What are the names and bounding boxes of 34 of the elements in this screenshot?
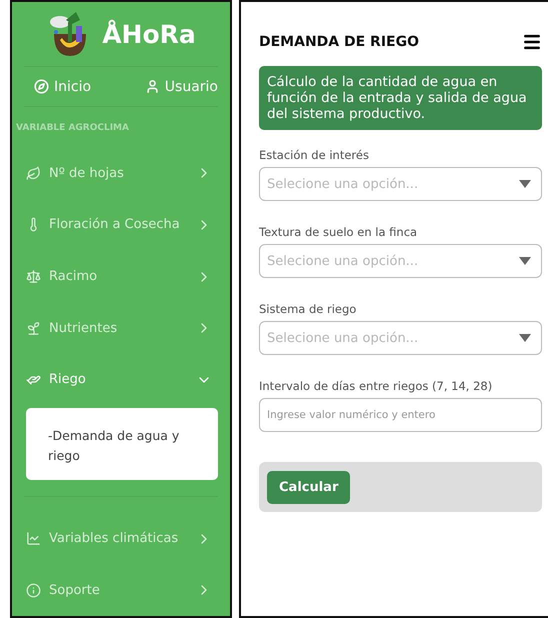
calculate-button[interactable]: Calcular	[267, 471, 350, 504]
item-icon	[26, 531, 41, 546]
compass-icon	[34, 79, 49, 94]
sidebar-item[interactable]: Soporte	[24, 564, 218, 616]
info-banner: Cálculo de la cantidad de agua en función de la entrada y salida de agua del sistema productivo.	[259, 66, 542, 130]
menu-icon[interactable]	[522, 32, 542, 52]
field-label: Intervalo de días entre riegos (7, 14, 28)	[259, 379, 494, 393]
sidebar-item[interactable]: Variables climáticas	[24, 512, 218, 564]
nav-link[interactable]: Inicio	[34, 78, 92, 95]
section-heading: VARIABLE AGROCLIMA	[16, 123, 130, 134]
item-icon	[26, 582, 41, 598]
submenu-link[interactable]: -Demanda de agua y riego	[48, 426, 196, 466]
sidebar-item[interactable]: Nutrientes	[24, 302, 218, 354]
select-field[interactable]: Selecione una opción...	[259, 244, 542, 278]
item-icon	[26, 166, 41, 181]
brand-name: ÅHoRa	[102, 20, 196, 49]
field-label: Sistema de riego	[259, 302, 358, 316]
select-field[interactable]: Selecione una opción...	[259, 321, 542, 355]
item-icon	[26, 320, 41, 336]
sidebar-item[interactable]: Racimo	[24, 250, 218, 302]
field-label: Estación de interés	[259, 148, 370, 162]
select-field[interactable]: Selecione una opción...	[259, 167, 542, 201]
page-title: DEMANDA DE RIEGO	[259, 34, 420, 50]
dropdown-icon	[519, 180, 531, 188]
nav-link[interactable]: Usuario	[144, 78, 218, 95]
item-icon	[26, 269, 41, 284]
dropdown-icon	[519, 257, 531, 265]
user-icon	[144, 79, 160, 94]
field-label: Textura de suelo en la finca	[259, 225, 418, 239]
input-field[interactable]: Ingrese valor numérico y entero	[259, 398, 542, 432]
sidebar-item[interactable]: Nº de hojas	[24, 147, 218, 200]
sidebar-item[interactable]: Floración a Cosecha	[24, 199, 218, 251]
dropdown-icon	[519, 334, 531, 342]
sidebar-item[interactable]: Riego	[24, 354, 218, 406]
